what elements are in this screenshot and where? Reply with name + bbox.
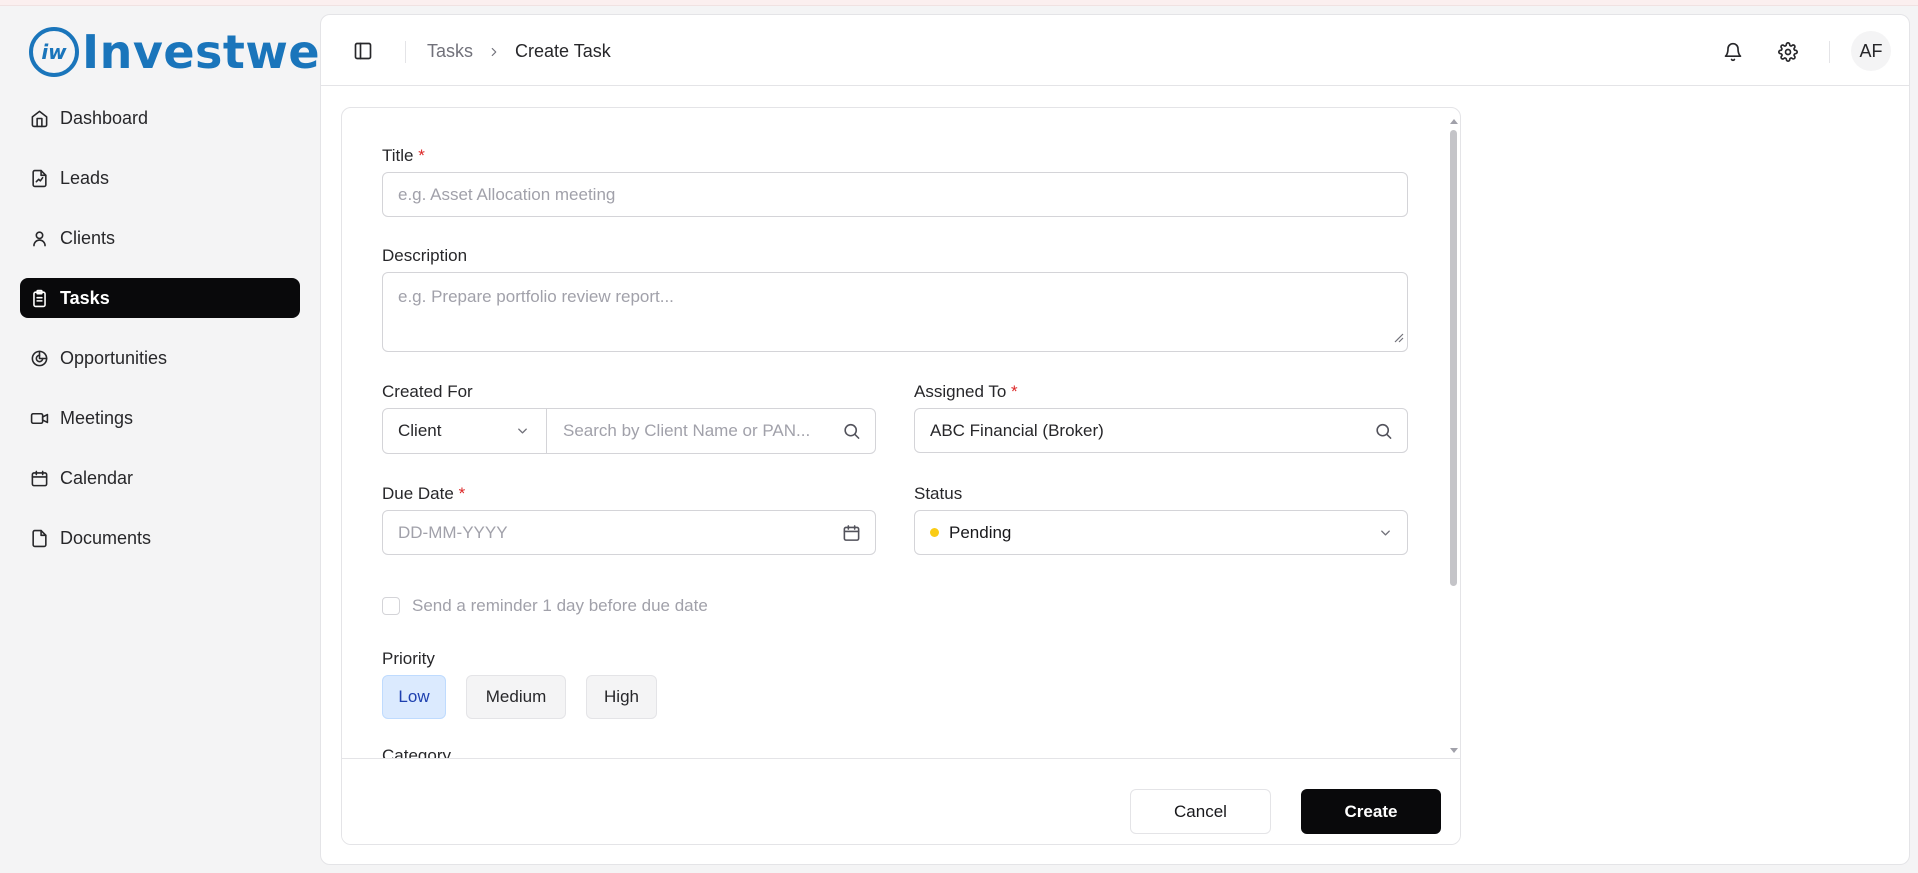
- create-task-form: Title * e.g. Asset Allocation meeting De…: [341, 107, 1461, 845]
- sidebar-item-label: Tasks: [60, 287, 110, 308]
- assigned-to-input[interactable]: ABC Financial (Broker): [914, 408, 1408, 453]
- settings-button[interactable]: [1777, 41, 1799, 63]
- sidebar-toggle-button[interactable]: [351, 39, 375, 63]
- title-label: Title *: [382, 146, 425, 166]
- sidebar-item-tasks[interactable]: Tasks: [20, 278, 300, 318]
- required-mark: *: [458, 484, 466, 503]
- sidebar-item-clients[interactable]: Clients: [20, 218, 300, 258]
- title-label-text: Title: [382, 146, 414, 165]
- resize-handle-icon[interactable]: [1394, 328, 1404, 348]
- panel-left-icon: [354, 42, 372, 60]
- reminder-checkbox[interactable]: [382, 597, 400, 615]
- created-for-label: Created For: [382, 382, 473, 401]
- sidebar-item-calendar[interactable]: Calendar: [20, 458, 300, 498]
- investwell-logo-icon: iw: [29, 27, 79, 77]
- calendar-icon: [31, 470, 48, 486]
- sidebar-item-opportunities[interactable]: Opportunities: [20, 338, 300, 378]
- description-placeholder: e.g. Prepare portfolio review report...: [398, 287, 674, 306]
- form-scroll-area[interactable]: Title * e.g. Asset Allocation meeting De…: [342, 108, 1460, 758]
- created-for-field: Client Search by Client Name or PAN...: [382, 408, 876, 454]
- status-select[interactable]: Pending: [914, 510, 1408, 555]
- form-scrollbar[interactable]: [1448, 118, 1458, 758]
- scroll-down-arrow-icon[interactable]: [1449, 746, 1459, 754]
- sidebar-item-label: Dashboard: [60, 107, 149, 128]
- due-date-placeholder: DD-MM-YYYY: [398, 522, 508, 542]
- notifications-button[interactable]: [1722, 41, 1744, 63]
- pie-chart-icon: [31, 350, 48, 366]
- title-placeholder: e.g. Asset Allocation meeting: [398, 184, 616, 204]
- search-icon[interactable]: [1374, 421, 1393, 440]
- header-divider: [405, 41, 406, 63]
- created-for-type-value: Client: [398, 421, 442, 440]
- chevron-down-icon: [515, 424, 530, 439]
- created-for-type-select[interactable]: Client: [383, 409, 547, 453]
- status-dot: [930, 528, 939, 537]
- breadcrumb-current: Create Task: [515, 41, 611, 61]
- video-icon: [30, 412, 49, 424]
- assigned-to-label: Assigned To *: [914, 382, 1018, 402]
- brand-logo[interactable]: iw Investwell: [28, 24, 353, 80]
- sidebar-item-dashboard[interactable]: Dashboard: [20, 98, 300, 138]
- file-chart-icon: [32, 169, 47, 187]
- sidebar-item-label: Leads: [60, 167, 110, 188]
- form-footer: Cancel Create: [342, 758, 1460, 844]
- client-search-input[interactable]: Search by Client Name or PAN...: [563, 421, 810, 441]
- status-value: Pending: [949, 522, 1012, 542]
- sidebar-item-label: Meetings: [60, 407, 134, 428]
- clipboard-icon: [33, 289, 46, 307]
- svg-text:iw: iw: [41, 40, 67, 64]
- chevron-right-icon: [487, 45, 501, 59]
- avatar[interactable]: AF: [1851, 31, 1891, 71]
- priority-label: Priority: [382, 649, 435, 668]
- priority-low-button[interactable]: Low: [382, 675, 446, 719]
- sidebar-item-label: Opportunities: [60, 347, 168, 368]
- cancel-button[interactable]: Cancel: [1130, 789, 1271, 834]
- title-input[interactable]: e.g. Asset Allocation meeting: [382, 172, 1408, 217]
- due-date-label-text: Due Date: [382, 484, 454, 503]
- create-button[interactable]: Create: [1301, 789, 1441, 834]
- assigned-to-label-text: Assigned To: [914, 382, 1007, 401]
- status-label: Status: [914, 484, 963, 503]
- calendar-icon[interactable]: [842, 523, 861, 542]
- main-panel: Tasks Create Task AF Title * e.g. Asset …: [320, 14, 1910, 865]
- sidebar-nav: Dashboard Leads Clients Tasks Opportunit…: [20, 98, 300, 578]
- sidebar-item-leads[interactable]: Leads: [20, 158, 300, 198]
- required-mark: *: [418, 146, 425, 165]
- reminder-option[interactable]: Send a reminder 1 day before due date: [382, 596, 708, 616]
- reminder-label: Send a reminder 1 day before due date: [412, 596, 708, 615]
- header-divider: [1829, 41, 1830, 63]
- scrollbar-thumb[interactable]: [1450, 130, 1457, 586]
- top-header: Tasks Create Task AF: [321, 15, 1909, 86]
- due-date-input[interactable]: DD-MM-YYYY: [382, 510, 876, 555]
- breadcrumb-tasks[interactable]: Tasks: [427, 41, 473, 62]
- assigned-to-value: ABC Financial (Broker): [930, 420, 1104, 440]
- priority-medium-button[interactable]: Medium: [466, 675, 566, 719]
- search-icon[interactable]: [842, 422, 861, 441]
- brand-name: Investwell: [82, 25, 353, 79]
- home-icon: [31, 110, 48, 127]
- bell-icon: [1724, 42, 1742, 62]
- sidebar-item-documents[interactable]: Documents: [20, 518, 300, 558]
- required-mark: *: [1011, 382, 1018, 401]
- due-date-label: Due Date *: [382, 484, 465, 504]
- sidebar-item-label: Calendar: [60, 467, 134, 488]
- description-label: Description: [382, 246, 468, 265]
- sidebar-item-meetings[interactable]: Meetings: [20, 398, 300, 438]
- breadcrumb: Tasks Create Task: [427, 41, 611, 62]
- document-icon: [32, 529, 47, 547]
- gear-icon: [1778, 42, 1798, 62]
- scroll-up-arrow-icon[interactable]: [1449, 118, 1459, 126]
- priority-high-button[interactable]: High: [586, 675, 657, 719]
- sidebar-item-label: Documents: [60, 527, 152, 548]
- chevron-down-icon: [1378, 525, 1393, 540]
- category-label: Category: [382, 746, 451, 758]
- sidebar-item-label: Clients: [60, 227, 116, 248]
- description-textarea[interactable]: e.g. Prepare portfolio review report...: [382, 272, 1408, 352]
- sidebar: iw Investwell Dashboard Leads Clients Ta…: [0, 6, 352, 873]
- user-icon: [33, 230, 46, 246]
